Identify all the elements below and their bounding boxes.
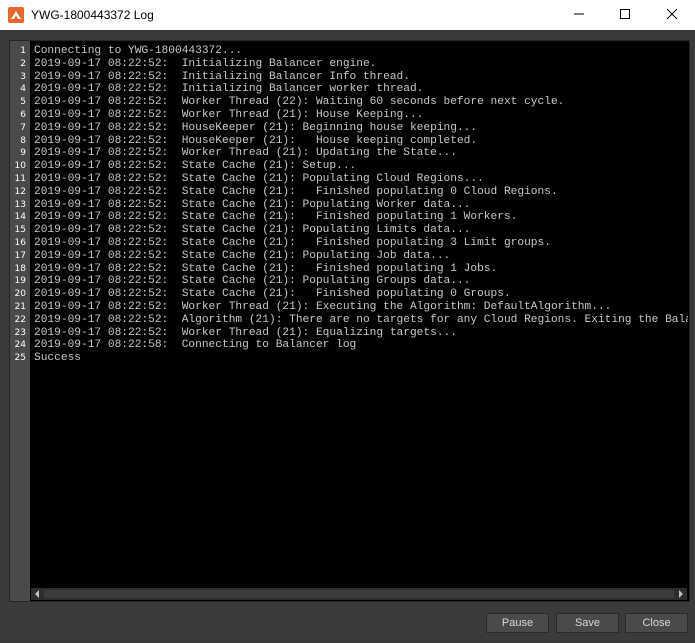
log-line: 2019-09-17 08:22:52: State Cache (21): P… — [34, 173, 484, 185]
close-button[interactable]: Close — [625, 613, 688, 633]
line-number: 5 — [20, 97, 26, 108]
line-number: 22 — [14, 314, 26, 325]
log-line: 2019-09-17 08:22:52: Worker Thread (21):… — [34, 301, 612, 313]
horizontal-scrollbar[interactable] — [31, 588, 687, 600]
line-number: 18 — [14, 263, 26, 274]
log-line: 2019-09-17 08:22:52: State Cache (21): P… — [34, 275, 471, 288]
maximize-icon — [620, 6, 630, 24]
save-button[interactable]: Save — [556, 613, 619, 633]
line-number: 12 — [14, 186, 26, 197]
window-client-area: 1 2 3 4 5 6 7 8 9 10 11 12 13 14 15 16 1… — [0, 30, 695, 643]
log-line: 2019-09-17 08:22:52: State Cache (21): F… — [34, 288, 511, 301]
log-line: 2019-09-17 08:22:52: State Cache (21): F… — [34, 185, 558, 198]
line-number: 3 — [20, 71, 26, 82]
log-line: Success — [34, 352, 81, 365]
log-line: 2019-09-17 08:22:52: State Cache (21): P… — [34, 224, 471, 237]
log-line: 2019-09-17 08:22:52: Worker Thread (21):… — [34, 147, 457, 160]
line-number: 13 — [14, 199, 26, 210]
scrollbar-thumb[interactable] — [44, 590, 674, 598]
log-line: 2019-09-17 08:22:52: Algorithm (21): The… — [34, 313, 688, 326]
log-line: 2019-09-17 08:22:52: Initializing Balanc… — [34, 70, 410, 83]
line-number: 9 — [20, 148, 26, 159]
line-number: 21 — [14, 302, 26, 312]
log-line: 2019-09-17 08:22:52: State Cache (21): F… — [34, 237, 551, 249]
line-number: 14 — [14, 212, 26, 223]
log-line: Connecting to YWG-1800443372... — [34, 45, 243, 57]
log-text-area[interactable]: Connecting to YWG-1800443372... 2019-09-… — [34, 41, 688, 588]
scroll-left-arrow-icon[interactable] — [31, 588, 43, 600]
log-line: 2019-09-17 08:22:58: Connecting to Balan… — [34, 339, 357, 352]
line-number: 24 — [14, 340, 26, 351]
log-line: 2019-09-17 08:22:52: Worker Thread (22):… — [34, 96, 565, 109]
scroll-right-arrow-icon[interactable] — [675, 588, 687, 600]
log-line: 2019-09-17 08:22:52: State Cache (21): S… — [34, 160, 357, 173]
line-number: 20 — [14, 289, 26, 300]
log-line: 2019-09-17 08:22:52: Worker Thread (21):… — [34, 326, 457, 339]
log-line: 2019-09-17 08:22:52: State Cache (21): P… — [34, 249, 451, 262]
line-number-gutter: 1 2 3 4 5 6 7 8 9 10 11 12 13 14 15 16 1… — [10, 41, 30, 601]
log-line: 2019-09-17 08:22:52: State Cache (21): F… — [34, 211, 518, 224]
log-line: 2019-09-17 08:22:52: HouseKeeper (21): H… — [34, 134, 478, 147]
line-number: 6 — [20, 110, 26, 120]
line-number: 16 — [14, 238, 26, 248]
app-logo-icon — [8, 7, 24, 23]
log-viewer[interactable]: 1 2 3 4 5 6 7 8 9 10 11 12 13 14 15 16 1… — [9, 40, 690, 602]
pause-button[interactable]: Pause — [486, 613, 549, 633]
window-title: YWG-1800443372 Log — [31, 8, 154, 22]
line-number: 11 — [14, 174, 26, 184]
log-line: 2019-09-17 08:22:52: Worker Thread (21):… — [34, 109, 424, 121]
log-line: 2019-09-17 08:22:52: State Cache (21): F… — [34, 262, 498, 275]
log-line: 2019-09-17 08:22:52: Initializing Balanc… — [34, 83, 424, 96]
title-bar: YWG-1800443372 Log — [0, 0, 695, 30]
line-number: 7 — [20, 122, 26, 133]
line-number: 17 — [14, 250, 26, 261]
line-number: 1 — [20, 46, 26, 56]
maximize-button[interactable] — [602, 0, 648, 30]
log-line: 2019-09-17 08:22:52: Initializing Balanc… — [34, 57, 377, 70]
line-number: 8 — [20, 135, 26, 146]
close-icon — [666, 6, 678, 24]
line-number: 15 — [14, 225, 26, 236]
log-line: 2019-09-17 08:22:52: State Cache (21): P… — [34, 198, 471, 211]
line-number: 2 — [20, 58, 26, 69]
line-number: 19 — [14, 276, 26, 287]
line-number: 23 — [14, 327, 26, 338]
minimize-icon — [574, 6, 584, 24]
line-number: 10 — [14, 161, 26, 172]
line-number: 4 — [20, 84, 26, 95]
minimize-button[interactable] — [556, 0, 602, 30]
line-number: 25 — [14, 353, 26, 364]
close-window-button[interactable] — [649, 0, 695, 30]
log-line: 2019-09-17 08:22:52: HouseKeeper (21): B… — [34, 121, 478, 134]
